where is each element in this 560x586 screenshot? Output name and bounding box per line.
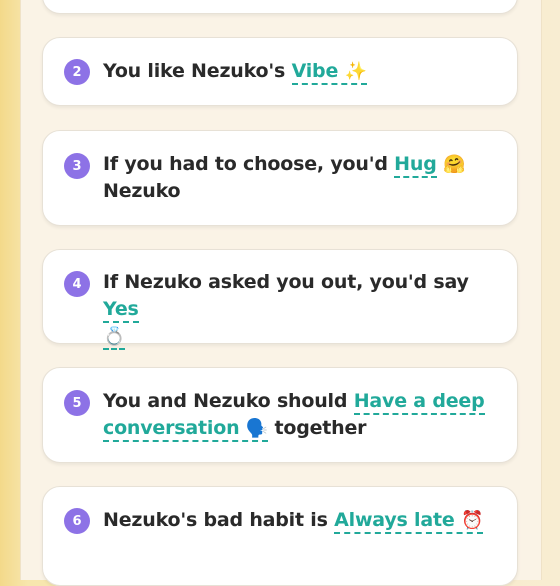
answer-link[interactable]: Hug xyxy=(394,153,437,178)
question-text: If Nezuko asked you out, you'd say Yes 💍 xyxy=(103,269,499,350)
question-prefix: If you had to choose, you'd xyxy=(103,153,395,175)
quiz-card-4: 4 If Nezuko asked you out, you'd say Yes… xyxy=(42,249,518,350)
question-prefix: If Nezuko asked you out, you'd say xyxy=(103,271,469,293)
question-text: You like Nezuko's Vibe ✨ xyxy=(103,58,499,85)
question-text: If you had to choose, you'd Hug 🤗 Nezuko xyxy=(103,151,499,205)
question-suffix: Nezuko xyxy=(103,180,181,202)
question-prefix: Nezuko's bad habit is xyxy=(103,509,335,531)
question-prefix: You like Nezuko's xyxy=(103,60,292,82)
question-prefix: You and Nezuko should xyxy=(103,390,354,412)
quiz-card-5: 5 You and Nezuko should Have a deep conv… xyxy=(42,367,518,463)
question-number-badge: 2 xyxy=(64,59,90,85)
speaking-head-icon: 🗣️ xyxy=(245,418,269,439)
question-number-badge: 6 xyxy=(64,508,90,534)
question-suffix: together xyxy=(274,417,367,439)
quiz-card-6: 6 Nezuko's bad habit is Always late ⏰ xyxy=(42,486,518,586)
answer-text[interactable]: Always late xyxy=(334,509,455,531)
sparkles-icon: ✨ xyxy=(344,61,367,82)
answer-link[interactable]: Vibe ✨ xyxy=(291,60,367,85)
question-text: Nezuko's bad habit is Always late ⏰ xyxy=(103,507,499,534)
question-number-badge: 5 xyxy=(64,390,90,416)
question-text: You and Nezuko should Have a deep conver… xyxy=(103,388,499,442)
quiz-card-partial xyxy=(42,0,518,14)
answer-link[interactable]: Yes xyxy=(103,298,139,323)
answer-text[interactable]: Vibe xyxy=(292,60,339,82)
alarm-clock-icon: ⏰ xyxy=(460,510,484,531)
question-number-badge: 3 xyxy=(64,153,90,179)
ring-icon: 💍 xyxy=(103,326,125,350)
quiz-card-3: 3 If you had to choose, you'd Hug 🤗 Nezuk… xyxy=(42,130,518,226)
hugging-face-icon: 🤗 xyxy=(443,154,466,175)
quiz-card-2: 2 You like Nezuko's Vibe ✨ xyxy=(42,37,518,106)
answer-link[interactable]: Always late ⏰ xyxy=(334,509,483,534)
question-number-badge: 4 xyxy=(64,271,90,297)
